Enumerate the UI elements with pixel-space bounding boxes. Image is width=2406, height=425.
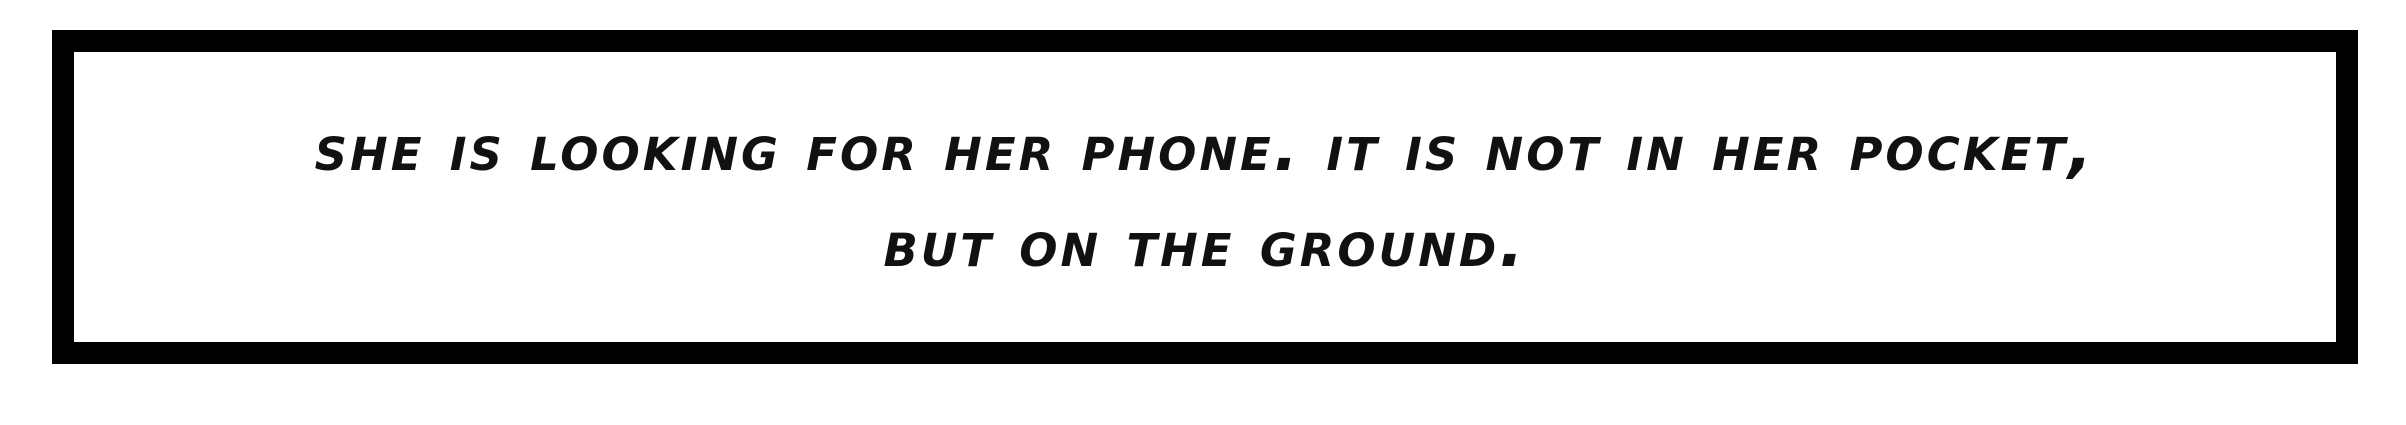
caption-panel: She is looking for her phone. It is not … <box>52 30 2358 364</box>
caption-line-1: She is looking for her phone. It is not … <box>314 112 2096 186</box>
caption-line-2: but on the ground. <box>883 208 1527 282</box>
